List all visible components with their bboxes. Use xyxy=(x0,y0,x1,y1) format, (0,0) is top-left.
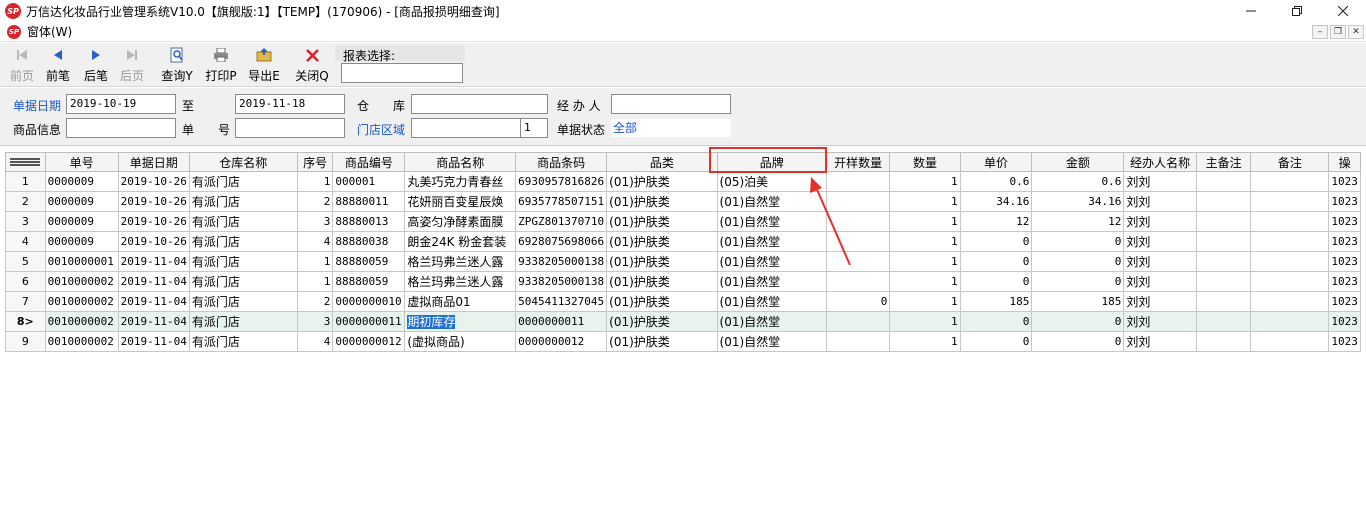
annotation-arrow-icon xyxy=(810,177,851,266)
